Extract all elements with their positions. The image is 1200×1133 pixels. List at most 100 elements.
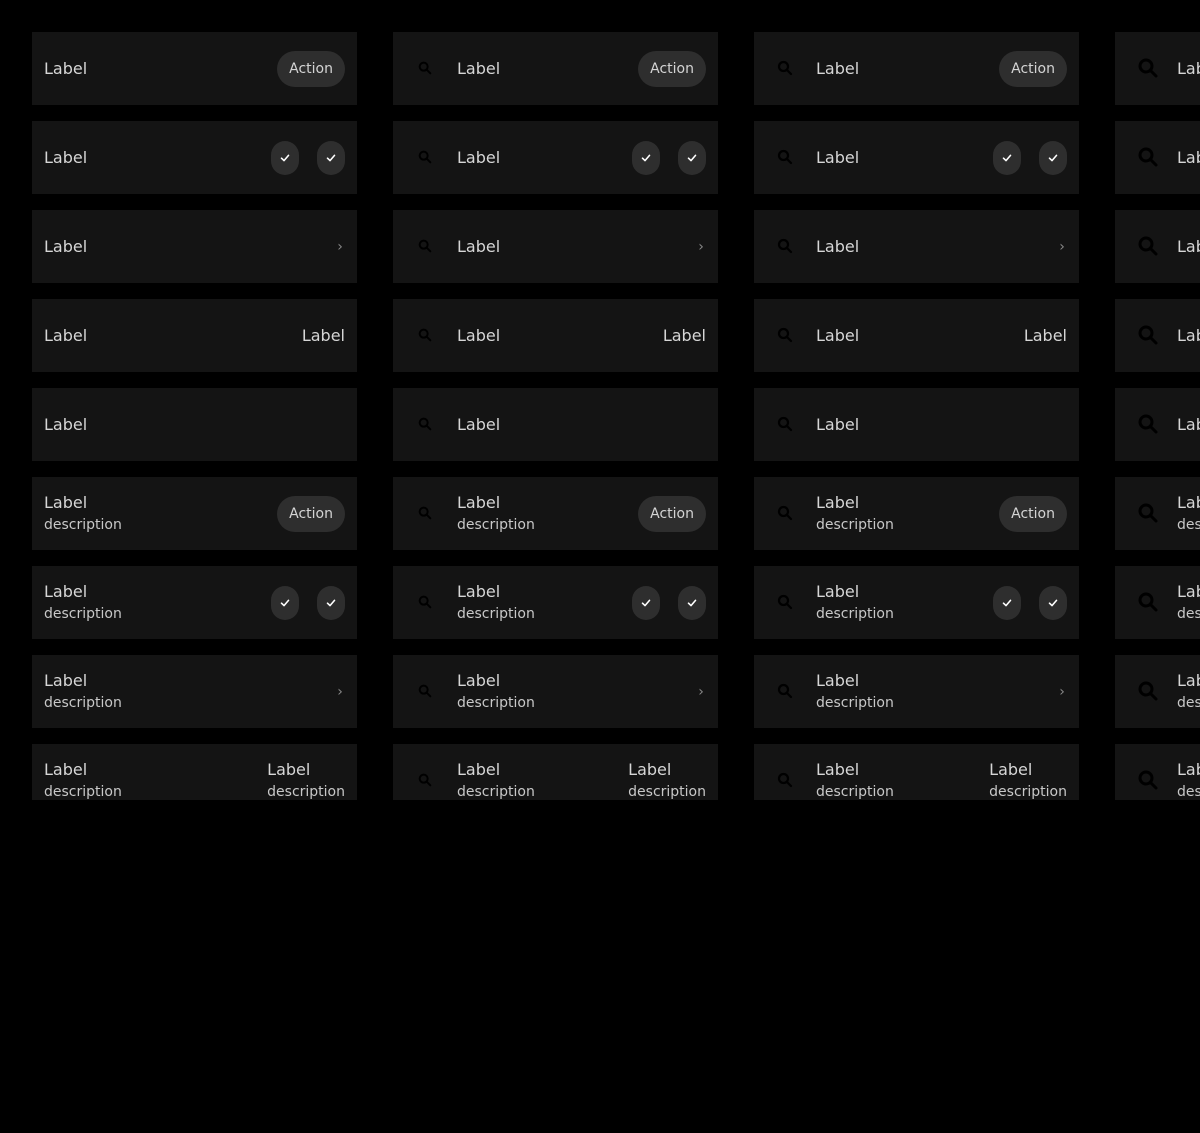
trailing-label: Label [662, 325, 706, 345]
item-trailing: Action [277, 477, 345, 550]
item-trailing [993, 566, 1067, 639]
trailing-label: Label [267, 760, 311, 779]
item-trailing: Label description [628, 744, 706, 800]
list-item[interactable]: Label Action [393, 32, 718, 105]
check-icon[interactable] [317, 585, 345, 620]
item-label: Label [457, 147, 501, 167]
trailing-label: Label [301, 325, 345, 345]
check-icon[interactable] [271, 140, 299, 175]
list-item[interactable]: Label description [32, 566, 357, 639]
list-item[interactable]: Label [1115, 388, 1200, 461]
item-text: Label [44, 210, 87, 283]
list-item[interactable]: LabeldescriptionAction [754, 477, 1079, 550]
list-item[interactable]: Label description [393, 566, 718, 639]
search-icon [776, 593, 794, 611]
item-label: Label [816, 582, 860, 601]
list-item[interactable]: LabeldescriptionLabeldescription [754, 744, 1079, 800]
item-text: Label [1177, 121, 1200, 194]
list-item[interactable]: LabelLabel [393, 299, 718, 372]
item-trailing: Label description [989, 744, 1067, 800]
item-label: Label [1177, 58, 1200, 78]
list-item[interactable]: LabeldescriptionLabeldescription [1115, 744, 1200, 800]
item-description: description [816, 517, 894, 533]
item-text: Label [457, 210, 500, 283]
check-icon[interactable] [317, 140, 345, 175]
list-item[interactable]: Labeldescription› [393, 655, 718, 728]
item-text: Label description [1177, 477, 1200, 550]
item-label: Label [816, 671, 860, 690]
check-icon[interactable] [678, 140, 706, 175]
item-description: description [457, 695, 535, 711]
action-button[interactable]: Action [277, 50, 345, 87]
list-item[interactable]: Label Action [32, 32, 357, 105]
action-button[interactable]: Action [638, 495, 706, 532]
item-description: description [457, 606, 535, 622]
list-item[interactable]: Label› [1115, 210, 1200, 283]
search-icon [776, 237, 794, 255]
list-item[interactable]: Label [32, 121, 357, 194]
check-icon[interactable] [993, 140, 1021, 175]
list-item[interactable]: Labeldescription› [754, 655, 1079, 728]
chevron-right-icon: › [698, 683, 704, 700]
list-item[interactable]: Label [393, 388, 718, 461]
action-button[interactable]: Action [999, 495, 1067, 532]
search-icon [417, 149, 435, 167]
search-icon [776, 771, 794, 789]
trailing-text: Label [302, 325, 345, 347]
list-item[interactable]: LabelAction [754, 32, 1079, 105]
item-label: Label [457, 58, 501, 78]
list-item[interactable]: Label [754, 388, 1079, 461]
list-item[interactable]: Label [1115, 121, 1200, 194]
list-item[interactable]: Label description [1115, 566, 1200, 639]
trailing-description: description [628, 784, 706, 800]
list-item[interactable]: LabelAction [1115, 32, 1200, 105]
search-icon [417, 238, 435, 256]
search-icon [1136, 145, 1160, 169]
item-text: Label description [44, 477, 122, 550]
list-item[interactable]: Label description [754, 566, 1079, 639]
item-text: Label [816, 388, 859, 461]
item-trailing [632, 121, 706, 194]
check-icon[interactable] [993, 585, 1021, 620]
check-icon[interactable] [1039, 140, 1067, 175]
list-item[interactable]: Label› [754, 210, 1079, 283]
list-item[interactable]: LabelLabel [32, 299, 357, 372]
check-icon[interactable] [271, 585, 299, 620]
item-trailing: › [335, 210, 345, 283]
list-item[interactable]: LabeldescriptionAction [393, 477, 718, 550]
list-item[interactable]: LabelLabel [1115, 299, 1200, 372]
check-icon[interactable] [1039, 585, 1067, 620]
list-item[interactable]: Labeldescription Action [32, 477, 357, 550]
action-button[interactable]: Action [638, 50, 706, 87]
item-trailing [632, 566, 706, 639]
list-item[interactable]: Label [393, 121, 718, 194]
item-trailing: › [1057, 655, 1067, 728]
list-item[interactable]: Label [32, 388, 357, 461]
item-description: description [44, 606, 122, 622]
trailing-label: Label [989, 760, 1033, 779]
item-label: Label [44, 147, 88, 167]
item-label: Label [1177, 760, 1200, 779]
list-item[interactable]: LabeldescriptionLabeldescription [393, 744, 718, 800]
check-icon[interactable] [632, 585, 660, 620]
list-item[interactable]: LabelLabel [754, 299, 1079, 372]
list-item[interactable]: Label› [393, 210, 718, 283]
action-button[interactable]: Action [999, 50, 1067, 87]
column-large-icon: LabelActionLabelLabel›LabelLabelLabelLab… [1115, 0, 1200, 800]
list-item[interactable]: Label [754, 121, 1079, 194]
item-text: Label description [44, 655, 122, 728]
item-label: Label [457, 414, 501, 434]
item-label: Label [457, 760, 501, 779]
list-item[interactable]: Label › [32, 210, 357, 283]
list-item[interactable]: Labeldescription Labeldescription [32, 744, 357, 800]
action-button[interactable]: Action [277, 495, 345, 532]
check-icon[interactable] [678, 585, 706, 620]
list-item[interactable]: Labeldescription› [1115, 655, 1200, 728]
list-item[interactable]: LabeldescriptionAction [1115, 477, 1200, 550]
item-label: Label [44, 58, 88, 78]
list-item[interactable]: Labeldescription› [32, 655, 357, 728]
item-text: Label description [44, 744, 122, 800]
item-trailing: Label description [267, 744, 345, 800]
search-icon [417, 683, 435, 701]
check-icon[interactable] [632, 140, 660, 175]
